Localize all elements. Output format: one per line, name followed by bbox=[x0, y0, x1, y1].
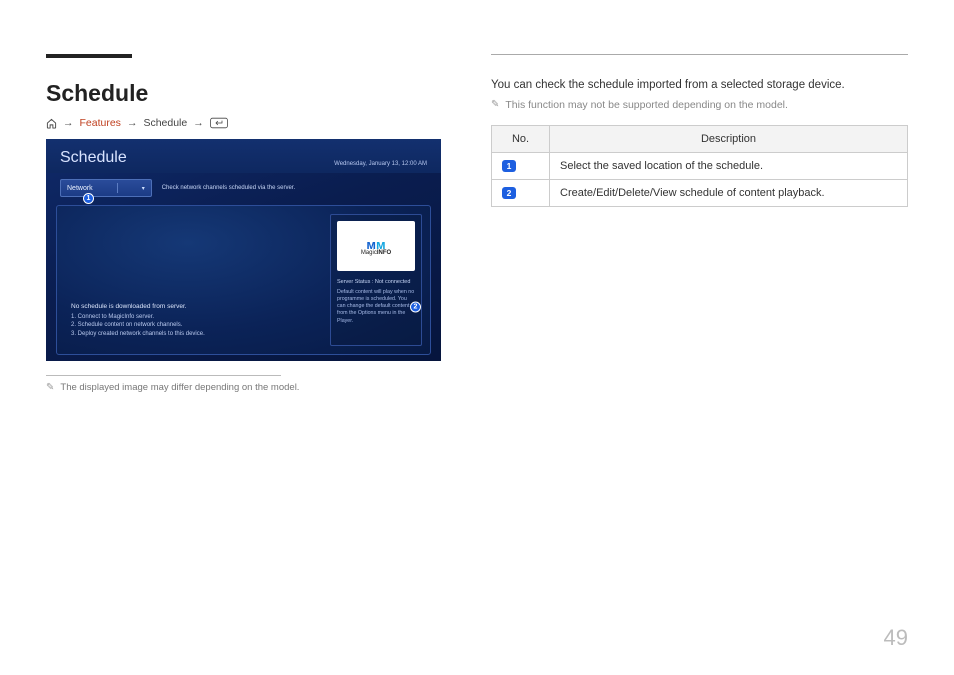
row-desc: Create/Edit/Delete/View schedule of cont… bbox=[550, 180, 908, 207]
arrow-icon: → bbox=[127, 117, 138, 129]
callout-badge-1: 1 bbox=[83, 193, 94, 204]
server-status: Server Status : Not connected bbox=[337, 279, 410, 285]
col-description: Description bbox=[550, 126, 908, 153]
page-number: 49 bbox=[884, 625, 908, 651]
description-table: No. Description 1 Select the saved locat… bbox=[491, 125, 908, 207]
network-dropdown[interactable]: Network ▾ bbox=[60, 179, 152, 197]
page-title: Schedule bbox=[46, 80, 441, 107]
instruction-line: 2. Schedule content on network channels. bbox=[71, 321, 316, 329]
table-row: 2 Create/Edit/Delete/View schedule of co… bbox=[492, 180, 908, 207]
row-badge: 1 bbox=[502, 160, 516, 172]
pencil-icon: ✎ bbox=[491, 99, 499, 111]
column-rule bbox=[491, 54, 908, 55]
intro-text: You can check the schedule imported from… bbox=[491, 77, 908, 93]
instruction-line: 3. Deploy created network channels to th… bbox=[71, 330, 316, 338]
support-note: ✎ This function may not be supported dep… bbox=[491, 99, 908, 111]
default-content-text: Default content will play when no progra… bbox=[337, 289, 415, 325]
col-no: No. bbox=[492, 126, 550, 153]
row-badge: 2 bbox=[502, 187, 516, 199]
note-text: This function may not be supported depen… bbox=[505, 99, 788, 111]
arrow-icon: → bbox=[63, 117, 74, 129]
no-schedule-title: No schedule is downloaded from server. bbox=[71, 303, 316, 310]
schedule-area[interactable]: No schedule is downloaded from server. 1… bbox=[65, 214, 322, 346]
network-label: Network bbox=[67, 185, 93, 192]
arrow-icon: → bbox=[193, 117, 204, 129]
row-desc: Select the saved location of the schedul… bbox=[550, 153, 908, 180]
toolbar-help-text: Check network channels scheduled via the… bbox=[162, 185, 295, 191]
chevron-down-icon: ▾ bbox=[142, 185, 145, 192]
breadcrumb-schedule: Schedule bbox=[143, 117, 187, 129]
info-panel: ᴍᴍ MagicINFO Server Status : Not connect… bbox=[330, 214, 422, 346]
image-disclaimer: ✎ The displayed image may differ dependi… bbox=[46, 382, 441, 393]
breadcrumb: → Features → Schedule → bbox=[46, 117, 441, 129]
home-icon bbox=[46, 118, 57, 129]
magicinfo-logo: ᴍᴍ MagicINFO bbox=[337, 221, 415, 271]
footnote-rule bbox=[46, 375, 281, 376]
enter-icon bbox=[210, 117, 228, 129]
table-row: 1 Select the saved location of the sched… bbox=[492, 153, 908, 180]
footnote-text: The displayed image may differ depending… bbox=[60, 382, 299, 393]
screenshot-title: Schedule bbox=[60, 149, 127, 167]
breadcrumb-features: Features bbox=[80, 117, 121, 129]
section-marker bbox=[46, 54, 132, 58]
pencil-icon: ✎ bbox=[46, 382, 54, 393]
screenshot-datetime: Wednesday, January 13, 12:00 AM bbox=[334, 161, 427, 167]
instruction-line: 1. Connect to MagicInfo server. bbox=[71, 313, 316, 321]
ui-screenshot: Schedule Wednesday, January 13, 12:00 AM… bbox=[46, 139, 441, 361]
callout-badge-2: 2 bbox=[410, 301, 421, 312]
